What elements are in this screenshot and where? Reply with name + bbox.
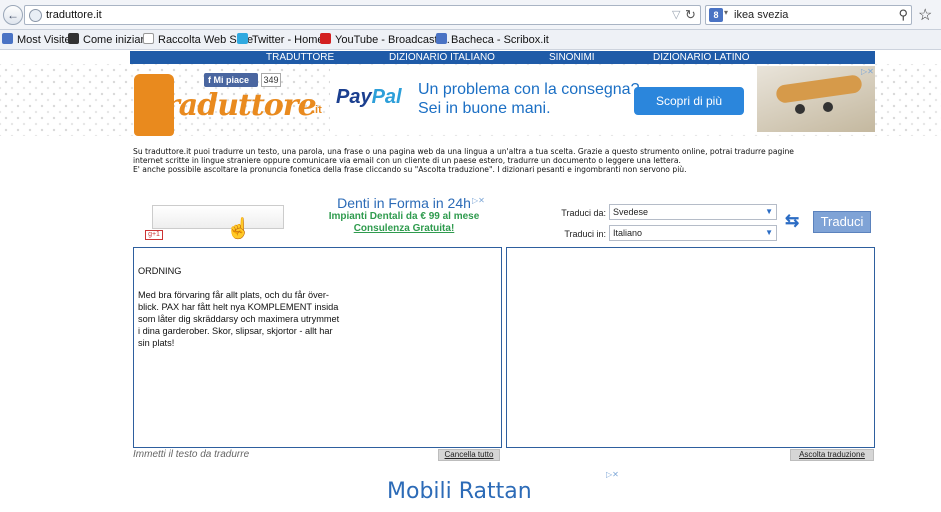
paypal-cta-button[interactable]: Scopri di più — [634, 87, 744, 115]
twitter-icon — [237, 33, 248, 44]
youtube-icon — [320, 33, 331, 44]
paypal-ad-banner[interactable]: PayPal Un problema con la consegna? Sei … — [330, 66, 875, 132]
bookmark-scribox[interactable]: Bacheca - Scribox.it — [436, 33, 549, 47]
gplus-button[interactable]: g+1 — [145, 230, 163, 240]
paypal-logo-main: Pay — [336, 86, 372, 108]
search-icon[interactable]: ⚲ — [898, 7, 908, 23]
logo-suffix: .it — [312, 104, 322, 116]
facebook-like-button[interactable]: f Mi piace — [204, 73, 258, 87]
rattan-ad-title[interactable]: Mobili Rattan — [387, 479, 532, 505]
source-language-value: Svedese — [613, 207, 649, 217]
listen-button[interactable]: Ascolta traduzione — [790, 449, 874, 461]
input-hint: Immetti il testo da tradurre — [133, 449, 250, 460]
source-text-area[interactable]: ORDNING Med bra förvaring får allt plats… — [133, 247, 502, 448]
most-visited-icon — [2, 33, 13, 44]
address-bar[interactable]: traduttore.it ▽ ↻ — [24, 5, 701, 25]
description-line: E' anche possibile ascoltare la pronunci… — [133, 165, 687, 174]
target-language-value: Italiano — [613, 228, 643, 238]
logo-text: raduttore — [164, 88, 317, 123]
pen-icon — [436, 33, 447, 44]
bookmark-youtube[interactable]: YouTube - Broadcast ... — [320, 33, 450, 47]
bookmark-twitter[interactable]: Twitter - Home — [237, 33, 324, 47]
target-language-select[interactable]: Italiano ▼ — [609, 225, 777, 241]
dropdown-arrow-icon[interactable]: ▽ — [672, 8, 680, 21]
bookmark-label: YouTube - Broadcast ... — [335, 34, 450, 46]
source-line: sin plats! — [138, 338, 175, 348]
paypal-ad-line2: Sei in buone mani. — [418, 100, 551, 117]
nav-sinonimi[interactable]: SINONIMI — [549, 51, 595, 64]
paypal-ad-line1: Un problema con la consegna? — [418, 81, 640, 98]
adchoices-icon[interactable]: ▷✕ — [606, 470, 619, 479]
like-count: 349 — [261, 73, 281, 87]
denti-ad-title[interactable]: Denti in Forma in 24h — [316, 195, 492, 211]
engine-dropdown-icon[interactable]: ▾ — [724, 8, 728, 17]
nav-traduttore[interactable]: TRADUTTORE — [266, 51, 334, 64]
bookmark-most-visited[interactable]: Most Visited — [2, 33, 77, 47]
like-label: Mi piace — [213, 75, 250, 85]
web-slice-icon — [143, 33, 154, 44]
adchoices-icon[interactable]: ▷✕ — [861, 67, 874, 76]
from-label: Traduci da: — [561, 208, 606, 218]
adchoices-icon[interactable]: ▷✕ — [472, 196, 485, 205]
denti-ad[interactable]: Denti in Forma in 24h Impianti Dentali d… — [316, 195, 492, 235]
nav-dizionario-italiano[interactable]: DIZIONARIO ITALIANO — [389, 51, 495, 64]
source-line — [138, 277, 339, 289]
m-icon — [68, 33, 79, 44]
swap-languages-icon[interactable]: ⇆ — [785, 211, 799, 231]
bookmark-label: Bacheca - Scribox.it — [451, 34, 549, 46]
source-line: Med bra förvaring får allt plats, och du… — [138, 290, 329, 300]
browser-toolbar: ← traduttore.it ▽ ↻ 8 ▾ ikea svezia ⚲ ☆ — [0, 0, 941, 30]
wheel-icon — [823, 102, 833, 112]
search-bar[interactable]: 8 ▾ ikea svezia ⚲ — [705, 5, 912, 25]
wheel-icon — [795, 104, 805, 114]
source-text[interactable]: ORDNING Med bra förvaring får allt plats… — [138, 265, 339, 349]
clear-button[interactable]: Cancella tutto — [438, 449, 500, 461]
source-language-select[interactable]: Svedese ▼ — [609, 204, 777, 220]
search-input[interactable]: ikea svezia — [734, 9, 788, 21]
hand-cursor-icon: ☝ — [226, 218, 251, 240]
reload-icon[interactable]: ↻ — [685, 7, 696, 23]
source-line: blick. PAX har fått helt nya KOMPLEMENT … — [138, 302, 339, 312]
denti-ad-link[interactable]: Consulenza Gratuita! — [316, 223, 492, 235]
url-text[interactable]: traduttore.it — [46, 9, 102, 21]
bookmark-come-iniziare[interactable]: Come iniziare — [68, 33, 150, 47]
site-description: Su traduttore.it puoi tradurre un testo,… — [133, 147, 878, 174]
translate-button[interactable]: Traduci — [813, 211, 871, 233]
paypal-logo: PayPal — [336, 86, 402, 109]
bookmarks-bar: Most Visited Come iniziare Raccolta Web … — [0, 30, 941, 50]
bookmark-label: Come iniziare — [83, 34, 151, 46]
source-line: som låter dig skräddarsy och maximera ut… — [138, 314, 340, 324]
chevron-down-icon: ▼ — [765, 228, 773, 237]
share-widget[interactable] — [152, 205, 284, 229]
search-engine-icon[interactable]: 8 — [709, 8, 723, 22]
description-line: internet scritte in lingue straniere opp… — [133, 156, 681, 165]
bookmark-label: Twitter - Home — [252, 34, 324, 46]
to-label: Traduci in: — [564, 229, 606, 239]
source-line: ORDNING — [138, 266, 182, 276]
denti-ad-line: Impianti Dentali da € 99 al mese — [328, 211, 480, 222]
globe-icon — [29, 9, 42, 22]
site-nav: TRADUTTORE DIZIONARIO ITALIANO SINONIMI … — [130, 51, 875, 64]
back-arrow-icon[interactable]: ← — [3, 5, 23, 25]
description-line: Su traduttore.it puoi tradurre un testo,… — [133, 147, 794, 156]
source-line: i dina garderober. Skor, slipsar, skjort… — [138, 326, 333, 336]
nav-dizionario-latino[interactable]: DIZIONARIO LATINO — [653, 51, 750, 64]
bookmark-star-icon[interactable]: ☆ — [918, 5, 932, 25]
paypal-logo-accent: Pal — [371, 86, 402, 108]
paypal-ad-text: Un problema con la consegna? Sei in buon… — [418, 80, 639, 118]
translation-output-area[interactable] — [506, 247, 875, 448]
chevron-down-icon: ▼ — [765, 207, 773, 216]
